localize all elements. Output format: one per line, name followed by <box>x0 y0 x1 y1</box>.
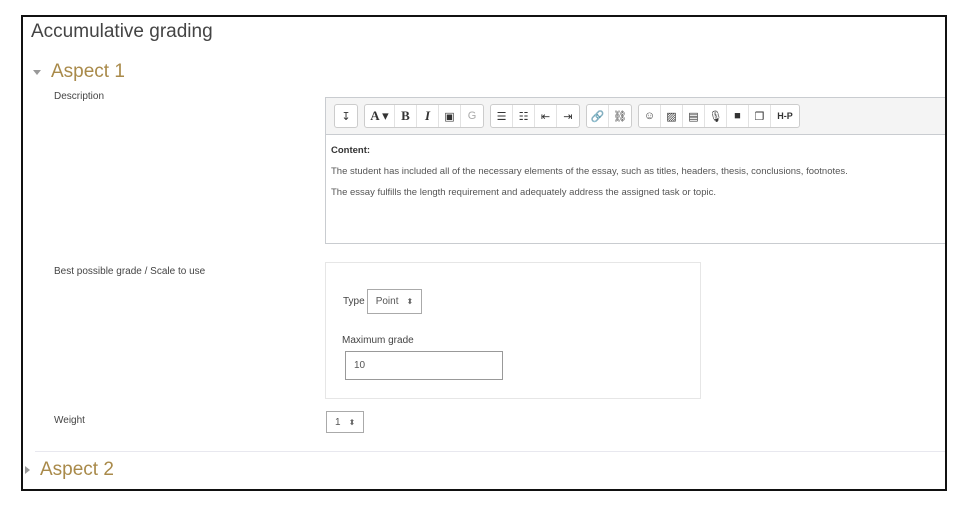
toolbar-group: 🔗 ⛓ <box>586 104 632 128</box>
unordered-list-button[interactable]: ☰ <box>491 105 513 127</box>
unordered-list-icon: ☰ <box>496 110 507 123</box>
select-arrows-icon: ⬍ <box>406 297 414 306</box>
record-audio-icon: 🎙 <box>708 110 723 123</box>
collapse-triangle-icon <box>33 69 41 75</box>
media-button[interactable]: ▤ <box>683 105 705 127</box>
content-heading: Content: <box>331 145 371 156</box>
grade-label: Best possible grade / Scale to use <box>54 266 206 277</box>
indent-icon: ⇥ <box>563 110 573 123</box>
aspect-2-header[interactable]: Aspect 2 <box>25 459 114 481</box>
description-label: Description <box>54 91 105 102</box>
record-video-button[interactable]: ■ <box>727 105 749 127</box>
indent-button[interactable]: ⇥ <box>557 105 579 127</box>
manage-files-icon: ❐ <box>754 110 765 123</box>
image-icon: ▨ <box>666 110 677 123</box>
unlink-button[interactable]: ⛓ <box>609 105 631 127</box>
manage-files-button[interactable]: ❐ <box>749 105 771 127</box>
weight-label: Weight <box>54 415 85 426</box>
toolbar-group: ↧ <box>334 104 358 128</box>
aspect-1-header[interactable]: Aspect 1 <box>33 61 125 83</box>
record-audio-button[interactable]: 🎙 <box>705 105 727 127</box>
grade-type-select[interactable]: Point ⬍ <box>366 289 423 314</box>
select-arrows-icon: ⬍ <box>348 417 356 427</box>
page-title: Accumulative grading <box>31 21 213 42</box>
toolbar-group: ☰ ☷ ⇤ ⇥ <box>490 104 580 128</box>
grading-form-frame: Accumulative grading Aspect 1 Descriptio… <box>21 15 947 491</box>
glossary-icon: G <box>467 110 477 122</box>
ordered-list-button[interactable]: ☷ <box>513 105 535 127</box>
link-icon: 🔗 <box>590 110 605 123</box>
expand-triangle-icon <box>25 466 30 474</box>
weight-value: 1 <box>335 416 341 428</box>
bold-icon: B <box>401 108 410 123</box>
section-divider <box>35 451 945 452</box>
outdent-icon: ⇤ <box>540 110 551 123</box>
type-label: Type <box>343 296 365 307</box>
bold-button[interactable]: B <box>395 105 417 127</box>
emoji-button[interactable]: ☺ <box>639 105 661 127</box>
h5p-icon: H-P <box>777 111 793 121</box>
description-editor[interactable]: ↧ A ▾ B I ▣ G ☰ ☷ ⇤ ⇥ 🔗 ⛓ ☺ ▨ ▤ 🎙 ■ ❐ H-P Content: The stu… <box>325 97 945 244</box>
font-color-button[interactable]: A ▾ <box>365 105 395 127</box>
ordered-list-icon: ☷ <box>518 110 529 123</box>
weight-select[interactable]: 1 ⬍ <box>326 411 365 433</box>
italic-button[interactable]: I <box>417 105 439 127</box>
editor-content[interactable]: Content: The student has included all of… <box>326 135 945 198</box>
record-video-icon: ■ <box>734 110 741 122</box>
editor-toolbar: ↧ A ▾ B I ▣ G ☰ ☷ ⇤ ⇥ 🔗 ⛓ ☺ ▨ ▤ 🎙 ■ ❐ H-P <box>326 98 945 135</box>
emoji-icon: ☺ <box>643 110 656 122</box>
h5p-button[interactable]: H-P <box>771 105 799 127</box>
collapse-icon: ↧ <box>341 110 351 123</box>
glossary-button[interactable]: G <box>461 105 483 127</box>
maximum-grade-input[interactable]: 10 <box>345 351 503 380</box>
maximum-grade-label: Maximum grade <box>342 335 414 346</box>
equation-icon: ▣ <box>444 110 455 123</box>
equation-button[interactable]: ▣ <box>439 105 461 127</box>
collapse-button[interactable]: ↧ <box>335 105 357 127</box>
unlink-icon: ⛓ <box>613 110 627 123</box>
content-paragraph-1: The student has included all of the nece… <box>331 166 848 177</box>
toolbar-group: A ▾ B I ▣ G <box>364 104 484 128</box>
toolbar-group: ☺ ▨ ▤ 🎙 ■ ❐ H-P <box>638 104 800 128</box>
outdent-button[interactable]: ⇤ <box>535 105 557 127</box>
link-button[interactable]: 🔗 <box>587 105 609 127</box>
type-row: Type Point ⬍ <box>343 289 423 314</box>
aspect-1-title: Aspect 1 <box>51 61 125 82</box>
aspect-2-title: Aspect 2 <box>40 459 114 480</box>
content-paragraph-2: The essay fulfills the length requiremen… <box>331 187 716 198</box>
font-color-icon: A ▾ <box>370 108 389 123</box>
media-icon: ▤ <box>688 110 699 123</box>
grade-settings-box: Type Point ⬍ Maximum grade 10 <box>325 262 701 399</box>
image-button[interactable]: ▨ <box>661 105 683 127</box>
italic-icon: I <box>424 108 431 123</box>
grade-type-value: Point <box>375 296 399 307</box>
